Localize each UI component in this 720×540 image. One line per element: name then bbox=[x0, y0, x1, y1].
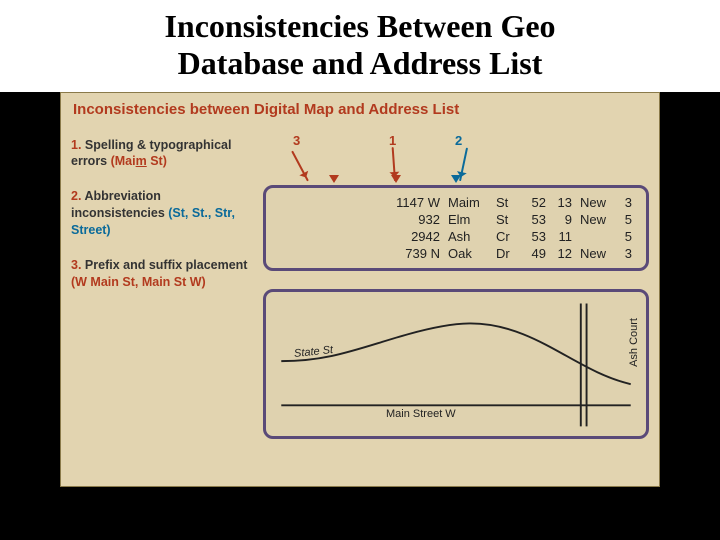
slide-title-line2: Database and Address List bbox=[12, 45, 708, 82]
cell-c: New bbox=[576, 245, 618, 262]
table-row: 1147 WMaimSt5213New3 bbox=[276, 194, 636, 211]
legend-num: 3. bbox=[71, 258, 81, 272]
table-row: 739 NOakDr4912New3 bbox=[276, 245, 636, 262]
address-table-panel: 1147 WMaimSt5213New3932ElmSt539New52942A… bbox=[263, 185, 649, 271]
callout-number-2: 2 bbox=[455, 133, 462, 148]
map-sketch-icon bbox=[266, 292, 646, 436]
arrow-icon bbox=[291, 150, 309, 181]
slide-title-line1: Inconsistencies Between Geo bbox=[12, 8, 708, 45]
cell-addr: 1147 W bbox=[276, 194, 444, 211]
cell-street: Ash bbox=[444, 228, 492, 245]
legend-list: 1. Spelling & typographical errors (Maim… bbox=[71, 137, 251, 309]
cell-c: New bbox=[576, 194, 618, 211]
cell-street: Elm bbox=[444, 211, 492, 228]
cell-b: 12 bbox=[550, 245, 576, 262]
diagram-title: Inconsistencies between Digital Map and … bbox=[61, 93, 659, 128]
right-column: 3 1 2 1147 WMaimSt5213New3932ElmSt539New… bbox=[263, 133, 649, 439]
cell-d: 3 bbox=[618, 245, 636, 262]
cell-a: 53 bbox=[520, 211, 550, 228]
cell-b: 11 bbox=[550, 228, 576, 245]
legend-highlight: (W Main St, Main St W) bbox=[71, 275, 206, 289]
cell-addr: 932 bbox=[276, 211, 444, 228]
triangle-marker-icon bbox=[329, 175, 339, 188]
table-row: 932ElmSt539New5 bbox=[276, 211, 636, 228]
cell-d: 5 bbox=[618, 228, 636, 245]
address-table: 1147 WMaimSt5213New3932ElmSt539New52942A… bbox=[276, 194, 636, 262]
cell-suffix: St bbox=[492, 211, 520, 228]
cell-a: 52 bbox=[520, 194, 550, 211]
map-label-main-st-w: Main Street W bbox=[386, 408, 456, 420]
legend-highlight: (Maim St) bbox=[111, 154, 167, 168]
map-label-ash-court: Ash Court bbox=[628, 318, 640, 367]
legend-item-3: 3. Prefix and suffix placement (W Main S… bbox=[71, 257, 251, 291]
cell-d: 5 bbox=[618, 211, 636, 228]
legend-item-2: 2. Abbreviation inconsistencies (St, St.… bbox=[71, 188, 251, 239]
cell-b: 9 bbox=[550, 211, 576, 228]
triangle-marker-icon bbox=[451, 175, 461, 188]
triangle-marker-icon bbox=[391, 175, 401, 188]
cell-c bbox=[576, 228, 618, 245]
cell-street: Maim bbox=[444, 194, 492, 211]
callout-arrows: 3 1 2 bbox=[263, 133, 649, 185]
legend-num: 1. bbox=[71, 138, 81, 152]
legend-item-1: 1. Spelling & typographical errors (Maim… bbox=[71, 137, 251, 171]
legend-text: Abbreviation inconsistencies bbox=[71, 189, 168, 220]
legend-num: 2. bbox=[71, 189, 81, 203]
cell-d: 3 bbox=[618, 194, 636, 211]
map-panel: State St Main Street W Ash Court bbox=[263, 289, 649, 439]
cell-a: 53 bbox=[520, 228, 550, 245]
callout-number-3: 3 bbox=[293, 133, 300, 148]
cell-suffix: St bbox=[492, 194, 520, 211]
diagram-panel: Inconsistencies between Digital Map and … bbox=[60, 92, 660, 487]
legend-text: Prefix and suffix placement bbox=[85, 258, 248, 272]
cell-street: Oak bbox=[444, 245, 492, 262]
cell-addr: 2942 bbox=[276, 228, 444, 245]
cell-suffix: Dr bbox=[492, 245, 520, 262]
callout-number-1: 1 bbox=[389, 133, 396, 148]
cell-c: New bbox=[576, 211, 618, 228]
cell-suffix: Cr bbox=[492, 228, 520, 245]
cell-addr: 739 N bbox=[276, 245, 444, 262]
table-row: 2942AshCr5311 5 bbox=[276, 228, 636, 245]
cell-b: 13 bbox=[550, 194, 576, 211]
slide-title: Inconsistencies Between Geo Database and… bbox=[0, 0, 720, 92]
cell-a: 49 bbox=[520, 245, 550, 262]
